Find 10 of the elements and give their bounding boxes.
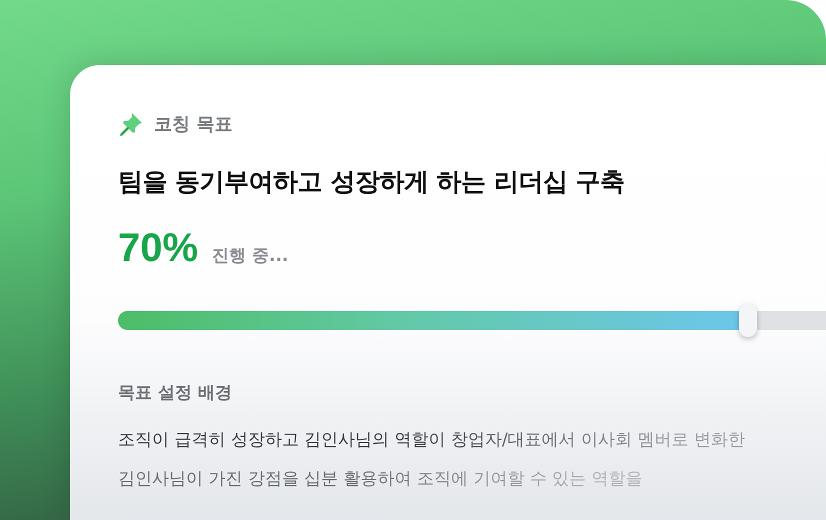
pushpin-icon	[118, 111, 144, 137]
slider-thumb[interactable]	[739, 304, 758, 337]
progress-percent: 70%	[118, 226, 198, 271]
progress-slider[interactable]	[118, 304, 826, 337]
status-text: 진행 중...	[212, 245, 288, 267]
section-label: 코칭 목표	[154, 113, 232, 136]
section-heading: 목표 설정 배경	[118, 382, 233, 404]
paragraph-line: 김인사님이 가진 강점을 십분 활용하여 조직에 기여할 수 있는 역할을	[118, 468, 643, 490]
paragraph-line: 조직이 급격히 성장하고 김인사님의 역할이 창업자/대표에서 이사회 멤버로 변화한	[118, 429, 745, 451]
goal-title: 팀을 동기부여하고 성장하게 하는 리더십 구축	[118, 166, 626, 198]
